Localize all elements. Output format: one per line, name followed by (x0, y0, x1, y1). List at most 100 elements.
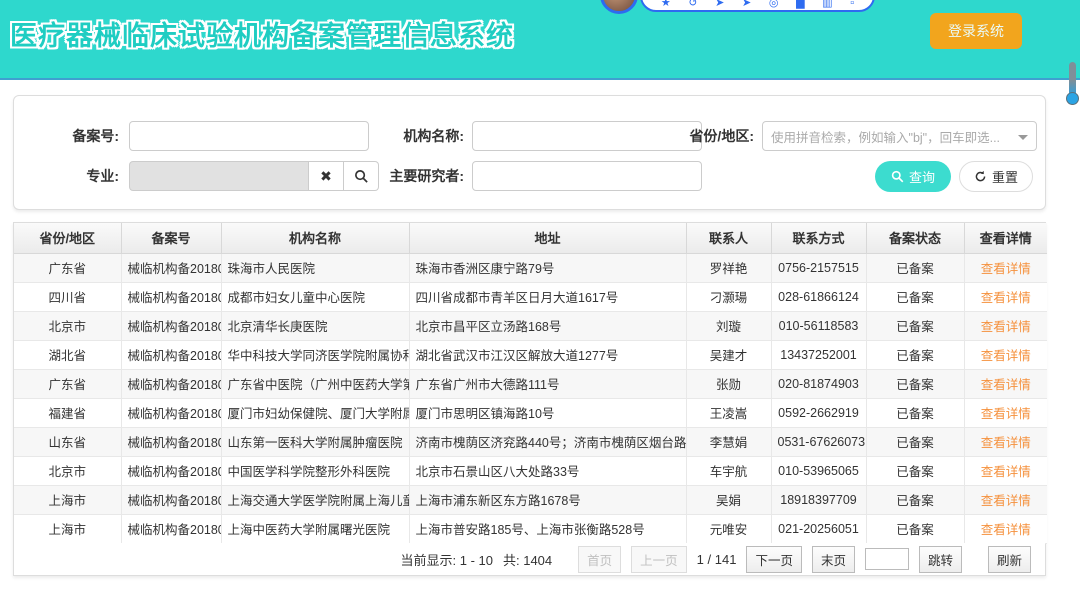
reset-button[interactable]: 重置 (959, 161, 1033, 192)
phone-cell: 0756-2157515 (771, 253, 866, 282)
specialty-input[interactable] (129, 161, 309, 191)
detail-cell: 查看详情 (964, 369, 1047, 398)
query-button[interactable]: 查询 (875, 161, 951, 192)
chevron-down-icon (1018, 135, 1028, 140)
view-detail-link[interactable]: 查看详情 (981, 407, 1031, 421)
table-row: 上海市械临机构备201800010上海中医药大学附属曙光医院上海市普安路185号… (14, 514, 1047, 543)
province-placeholder: 使用拼音检索，例如输入"bj"，回车即选... (771, 127, 1000, 146)
scroll-thumb[interactable] (1066, 92, 1079, 105)
status-cell: 已备案 (866, 253, 964, 282)
address-cell: 上海市浦东新区东方路1678号 (409, 485, 686, 514)
view-detail-link[interactable]: 查看详情 (981, 349, 1031, 363)
view-detail-link[interactable]: 查看详情 (981, 523, 1031, 537)
contact-cell: 张勋 (686, 369, 771, 398)
phone-cell: 020-81874903 (771, 369, 866, 398)
view-detail-link[interactable]: 查看详情 (981, 291, 1031, 305)
refresh-button[interactable]: 刷新 (988, 546, 1031, 573)
app-header: 医疗器械临床试验机构备案管理信息系统 ★ ↺ ➤ ➤ ◎ ▆ ▥ ▫ 登录系统 (0, 0, 1080, 80)
status-cell: 已备案 (866, 369, 964, 398)
phone-cell: 010-53965065 (771, 456, 866, 485)
search-panel: 备案号: 机构名称: 省份/地区: 使用拼音检索，例如输入"bj"，回车即选..… (13, 95, 1046, 210)
status-cell: 已备案 (866, 456, 964, 485)
view-detail-link[interactable]: 查看详情 (981, 262, 1031, 276)
jump-page-input[interactable] (865, 548, 909, 570)
results-table: 省份/地区备案号机构名称地址联系人联系方式备案状态查看详情 广东省械临机构备20… (14, 223, 1047, 544)
detail-cell: 查看详情 (964, 514, 1047, 543)
login-button[interactable]: 登录系统 (930, 13, 1022, 49)
address-cell: 北京市昌平区立汤路168号 (409, 311, 686, 340)
jump-button[interactable]: 跳转 (919, 546, 962, 573)
phone-cell: 028-61866124 (771, 282, 866, 311)
pagination-bar: 当前显示: 1 - 10 共: 1404 首页 上一页 1 / 141 下一页 … (14, 543, 1045, 575)
record-no-input[interactable] (129, 121, 369, 151)
view-detail-link[interactable]: 查看详情 (981, 436, 1031, 450)
address-cell: 厦门市思明区镇海路10号 (409, 398, 686, 427)
square-icon[interactable]: ▆ (796, 0, 804, 9)
record-no-cell: 械临机构备201800010 (121, 514, 221, 543)
star-icon[interactable]: ★ (661, 0, 671, 9)
detail-cell: 查看详情 (964, 253, 1047, 282)
status-cell: 已备案 (866, 282, 964, 311)
clear-button[interactable]: ✖ (309, 161, 344, 191)
org-name-cell: 上海交通大学医学院附属上海儿童... (221, 485, 409, 514)
investigator-input[interactable] (472, 161, 702, 191)
total-count: 共: 1404 (503, 550, 552, 569)
record-no-cell: 械临机构备201800005 (121, 369, 221, 398)
box-icon[interactable]: ▫ (850, 0, 854, 9)
view-detail-link[interactable]: 查看详情 (981, 320, 1031, 334)
close-icon: ✖ (320, 168, 332, 185)
record-no-cell: 械临机构备201800009 (121, 485, 221, 514)
view-detail-link[interactable]: 查看详情 (981, 494, 1031, 508)
detail-cell: 查看详情 (964, 427, 1047, 456)
province-select[interactable]: 使用拼音检索，例如输入"bj"，回车即选... (762, 121, 1037, 151)
record-no-cell: 械临机构备201800006 (121, 398, 221, 427)
extension-toolbar[interactable]: ★ ↺ ➤ ➤ ◎ ▆ ▥ ▫ (640, 0, 875, 12)
first-page-button[interactable]: 首页 (578, 546, 621, 573)
view-detail-link[interactable]: 查看详情 (981, 465, 1031, 479)
view-detail-link[interactable]: 查看详情 (981, 378, 1031, 392)
detail-cell: 查看详情 (964, 340, 1047, 369)
grid-icon[interactable]: ▥ (822, 0, 832, 9)
undo-icon[interactable]: ↺ (688, 0, 697, 9)
contact-cell: 吴建才 (686, 340, 771, 369)
search-icon (891, 170, 904, 183)
table-row: 福建省械临机构备201800006厦门市妇幼保健院、厦门大学附属...厦门市思明… (14, 398, 1047, 427)
status-cell: 已备案 (866, 398, 964, 427)
status-cell: 已备案 (866, 514, 964, 543)
pen-icon[interactable]: ➤ (715, 0, 724, 9)
detail-cell: 查看详情 (964, 311, 1047, 340)
results-panel: 省份/地区备案号机构名称地址联系人联系方式备案状态查看详情 广东省械临机构备20… (13, 222, 1046, 576)
province-cell: 湖北省 (14, 340, 121, 369)
scroll-indicator[interactable] (1068, 62, 1077, 108)
column-header: 备案状态 (866, 223, 964, 253)
phone-cell: 021-20256051 (771, 514, 866, 543)
page-indicator: 1 / 141 (697, 552, 737, 567)
province-label: 省份/地区: (674, 121, 754, 151)
record-no-cell: 械临机构备201800003 (121, 311, 221, 340)
contact-cell: 刘璇 (686, 311, 771, 340)
org-name-input[interactable] (472, 121, 702, 151)
province-cell: 北京市 (14, 311, 121, 340)
province-cell: 上海市 (14, 514, 121, 543)
org-name-cell: 北京清华长庚医院 (221, 311, 409, 340)
last-page-button[interactable]: 末页 (812, 546, 855, 573)
next-page-button[interactable]: 下一页 (746, 546, 802, 573)
status-cell: 已备案 (866, 340, 964, 369)
prev-page-button[interactable]: 上一页 (631, 546, 687, 573)
toolbar-avatar (600, 0, 638, 14)
target-icon[interactable]: ◎ (769, 0, 779, 9)
table-row: 四川省械临机构备201800002成都市妇女儿童中心医院四川省成都市青羊区日月大… (14, 282, 1047, 311)
address-cell: 济南市槐荫区济兖路440号；济南市槐荫区烟台路2999号 (409, 427, 686, 456)
phone-cell: 18918397709 (771, 485, 866, 514)
org-name-cell: 山东第一医科大学附属肿瘤医院（... (221, 427, 409, 456)
record-no-cell: 械临机构备201800002 (121, 282, 221, 311)
column-header: 地址 (409, 223, 686, 253)
pen-icon[interactable]: ➤ (742, 0, 751, 9)
record-no-label: 备案号: (14, 121, 119, 151)
specialty-label: 专业: (14, 161, 119, 191)
province-cell: 福建省 (14, 398, 121, 427)
org-name-cell: 中国医学科学院整形外科医院 (221, 456, 409, 485)
province-cell: 广东省 (14, 369, 121, 398)
org-name-cell: 珠海市人民医院 (221, 253, 409, 282)
org-name-cell: 华中科技大学同济医学院附属协和医院 (221, 340, 409, 369)
